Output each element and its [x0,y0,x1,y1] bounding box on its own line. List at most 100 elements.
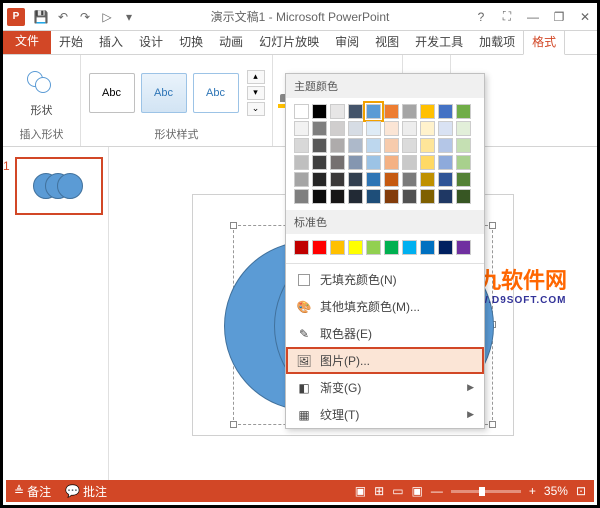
slide-thumbnail-1[interactable]: 1 [15,157,103,215]
shape-style-3[interactable]: Abc [193,73,239,113]
shapes-gallery[interactable]: 形状 [20,66,64,120]
color-swatch[interactable] [438,155,453,170]
color-swatch[interactable] [438,189,453,204]
color-swatch[interactable] [366,138,381,153]
style-more[interactable]: ⌄ [247,102,265,116]
color-swatch[interactable] [402,155,417,170]
qat-slideshow[interactable]: ▷ [99,9,115,25]
color-swatch[interactable] [438,138,453,153]
tab-home[interactable]: 开始 [51,29,91,54]
tab-review[interactable]: 审阅 [327,29,367,54]
color-swatch[interactable] [330,189,345,204]
tab-slideshow[interactable]: 幻灯片放映 [251,29,327,54]
color-swatch[interactable] [456,121,471,136]
eyedropper-item[interactable]: ✎取色器(E) [286,320,484,347]
color-swatch[interactable] [348,121,363,136]
color-swatch[interactable] [420,155,435,170]
no-fill-item[interactable]: 无填充颜色(N) [286,266,484,293]
color-swatch[interactable] [420,138,435,153]
color-swatch[interactable] [420,172,435,187]
color-swatch[interactable] [420,240,435,255]
color-swatch[interactable] [384,138,399,153]
shape-style-1[interactable]: Abc [89,73,135,113]
color-swatch[interactable] [348,155,363,170]
fit-window[interactable]: ⊡ [576,484,586,498]
color-swatch[interactable] [366,172,381,187]
minimize-button[interactable]: — [525,9,541,25]
texture-item[interactable]: ▦纹理(T)▶ [286,401,484,428]
color-swatch[interactable] [384,172,399,187]
qat-undo[interactable]: ↶ [55,9,71,25]
color-swatch[interactable] [366,189,381,204]
color-swatch[interactable] [330,104,345,119]
style-scroll-down[interactable]: ▾ [247,86,265,100]
tab-design[interactable]: 设计 [131,29,171,54]
color-swatch[interactable] [294,172,309,187]
color-swatch[interactable] [438,172,453,187]
color-swatch[interactable] [420,121,435,136]
color-swatch[interactable] [456,138,471,153]
color-swatch[interactable] [348,104,363,119]
color-swatch[interactable] [438,104,453,119]
view-slideshow[interactable]: ▣ [412,484,423,498]
color-swatch[interactable] [294,104,309,119]
tab-developer[interactable]: 开发工具 [407,29,471,54]
color-swatch[interactable] [348,172,363,187]
picture-fill-item[interactable]: 🖼图片(P)... [286,347,484,374]
color-swatch[interactable] [312,240,327,255]
tab-transition[interactable]: 切换 [171,29,211,54]
zoom-out[interactable]: — [431,484,443,498]
qat-more[interactable]: ▾ [121,9,137,25]
color-swatch[interactable] [420,189,435,204]
color-swatch[interactable] [366,104,381,119]
tab-animation[interactable]: 动画 [211,29,251,54]
resize-handle[interactable] [489,421,496,428]
color-swatch[interactable] [312,189,327,204]
color-swatch[interactable] [366,155,381,170]
color-swatch[interactable] [366,240,381,255]
color-swatch[interactable] [402,172,417,187]
zoom-slider[interactable] [451,490,521,493]
color-swatch[interactable] [456,189,471,204]
color-swatch[interactable] [456,104,471,119]
color-swatch[interactable] [384,240,399,255]
resize-handle[interactable] [230,222,237,229]
zoom-in[interactable]: + [529,484,536,498]
qat-redo[interactable]: ↷ [77,9,93,25]
help-button[interactable]: ? [473,9,489,25]
color-swatch[interactable] [330,121,345,136]
maximize-button[interactable]: ❐ [551,9,567,25]
color-swatch[interactable] [294,240,309,255]
color-swatch[interactable] [402,189,417,204]
zoom-level[interactable]: 35% [544,484,568,498]
color-swatch[interactable] [366,121,381,136]
color-swatch[interactable] [312,121,327,136]
resize-handle[interactable] [230,421,237,428]
color-swatch[interactable] [330,172,345,187]
color-swatch[interactable] [420,104,435,119]
color-swatch[interactable] [456,155,471,170]
color-swatch[interactable] [294,121,309,136]
resize-handle[interactable] [489,222,496,229]
ribbon-toggle[interactable]: ⛶ [499,9,515,25]
view-sorter[interactable]: ⊞ [374,484,384,498]
tab-view[interactable]: 视图 [367,29,407,54]
shape-style-2[interactable]: Abc [141,73,187,113]
color-swatch[interactable] [294,189,309,204]
comments-button[interactable]: 💬批注 [65,483,107,500]
color-swatch[interactable] [384,104,399,119]
color-swatch[interactable] [294,155,309,170]
color-swatch[interactable] [384,189,399,204]
tab-format[interactable]: 格式 [523,28,565,55]
color-swatch[interactable] [348,138,363,153]
more-colors-item[interactable]: 🎨其他填充颜色(M)... [286,293,484,320]
gradient-item[interactable]: ◧渐变(G)▶ [286,374,484,401]
color-swatch[interactable] [312,155,327,170]
color-swatch[interactable] [438,121,453,136]
color-swatch[interactable] [402,104,417,119]
color-swatch[interactable] [384,155,399,170]
tab-addin[interactable]: 加载项 [471,29,523,54]
style-scroll-up[interactable]: ▴ [247,70,265,84]
color-swatch[interactable] [402,240,417,255]
color-swatch[interactable] [348,240,363,255]
